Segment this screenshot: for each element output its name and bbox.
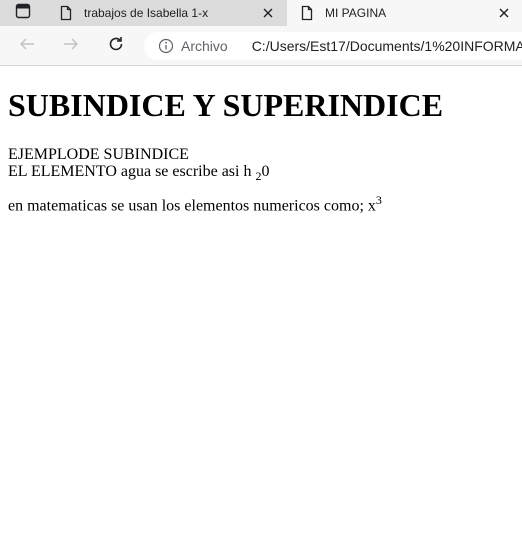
- tab-strip: trabajos de Isabella 1-x MI PAGINA: [0, 0, 522, 26]
- url-text[interactable]: C:/Users/Est17/Documents/1%20INFORMATICA: [252, 38, 522, 54]
- close-icon[interactable]: [496, 5, 512, 21]
- superscript-text: en matematicas se usan los elementos num…: [8, 197, 376, 215]
- arrow-right-icon: [62, 35, 80, 58]
- arrow-left-icon: [18, 35, 36, 58]
- subscript-text: EL ELEMENTO agua se escribe asi h: [8, 163, 256, 180]
- browser-toolbar: Archivo C:/Users/Est17/Documents/1%20INF…: [0, 26, 522, 66]
- example-label: EJEMPLODE SUBINDICE: [8, 146, 189, 163]
- forward-button[interactable]: [58, 33, 84, 59]
- close-icon[interactable]: [260, 5, 276, 21]
- address-bar[interactable]: Archivo C:/Users/Est17/Documents/1%20INF…: [144, 32, 522, 60]
- superscript-value: 3: [375, 193, 382, 207]
- tab-actions-button[interactable]: [0, 0, 46, 26]
- subscript-suffix: 0: [261, 163, 270, 180]
- tab-trabajos[interactable]: trabajos de Isabella 1-x: [46, 0, 286, 26]
- site-info-label[interactable]: Archivo: [181, 38, 228, 54]
- page-content: SUBINDICE Y SUPERINDICE EJEMPLODE SUBIND…: [0, 66, 522, 555]
- back-button[interactable]: [14, 33, 40, 59]
- page-icon: [58, 5, 74, 21]
- superscript-example: en matematicas se usan los elementos num…: [8, 191, 382, 215]
- subscript-example: EL ELEMENTO agua se escribe asi h 20: [8, 163, 269, 185]
- page-icon: [299, 5, 315, 21]
- page-heading: SUBINDICE Y SUPERINDICE: [8, 87, 444, 123]
- tab-title: trabajos de Isabella 1-x: [84, 6, 209, 20]
- tab-actions-icon: [15, 3, 31, 24]
- reload-button[interactable]: [103, 33, 129, 59]
- tab-mi-pagina[interactable]: MI PAGINA: [287, 0, 522, 26]
- tab-title: MI PAGINA: [325, 6, 387, 20]
- info-icon[interactable]: [158, 38, 174, 54]
- reload-icon: [107, 35, 125, 58]
